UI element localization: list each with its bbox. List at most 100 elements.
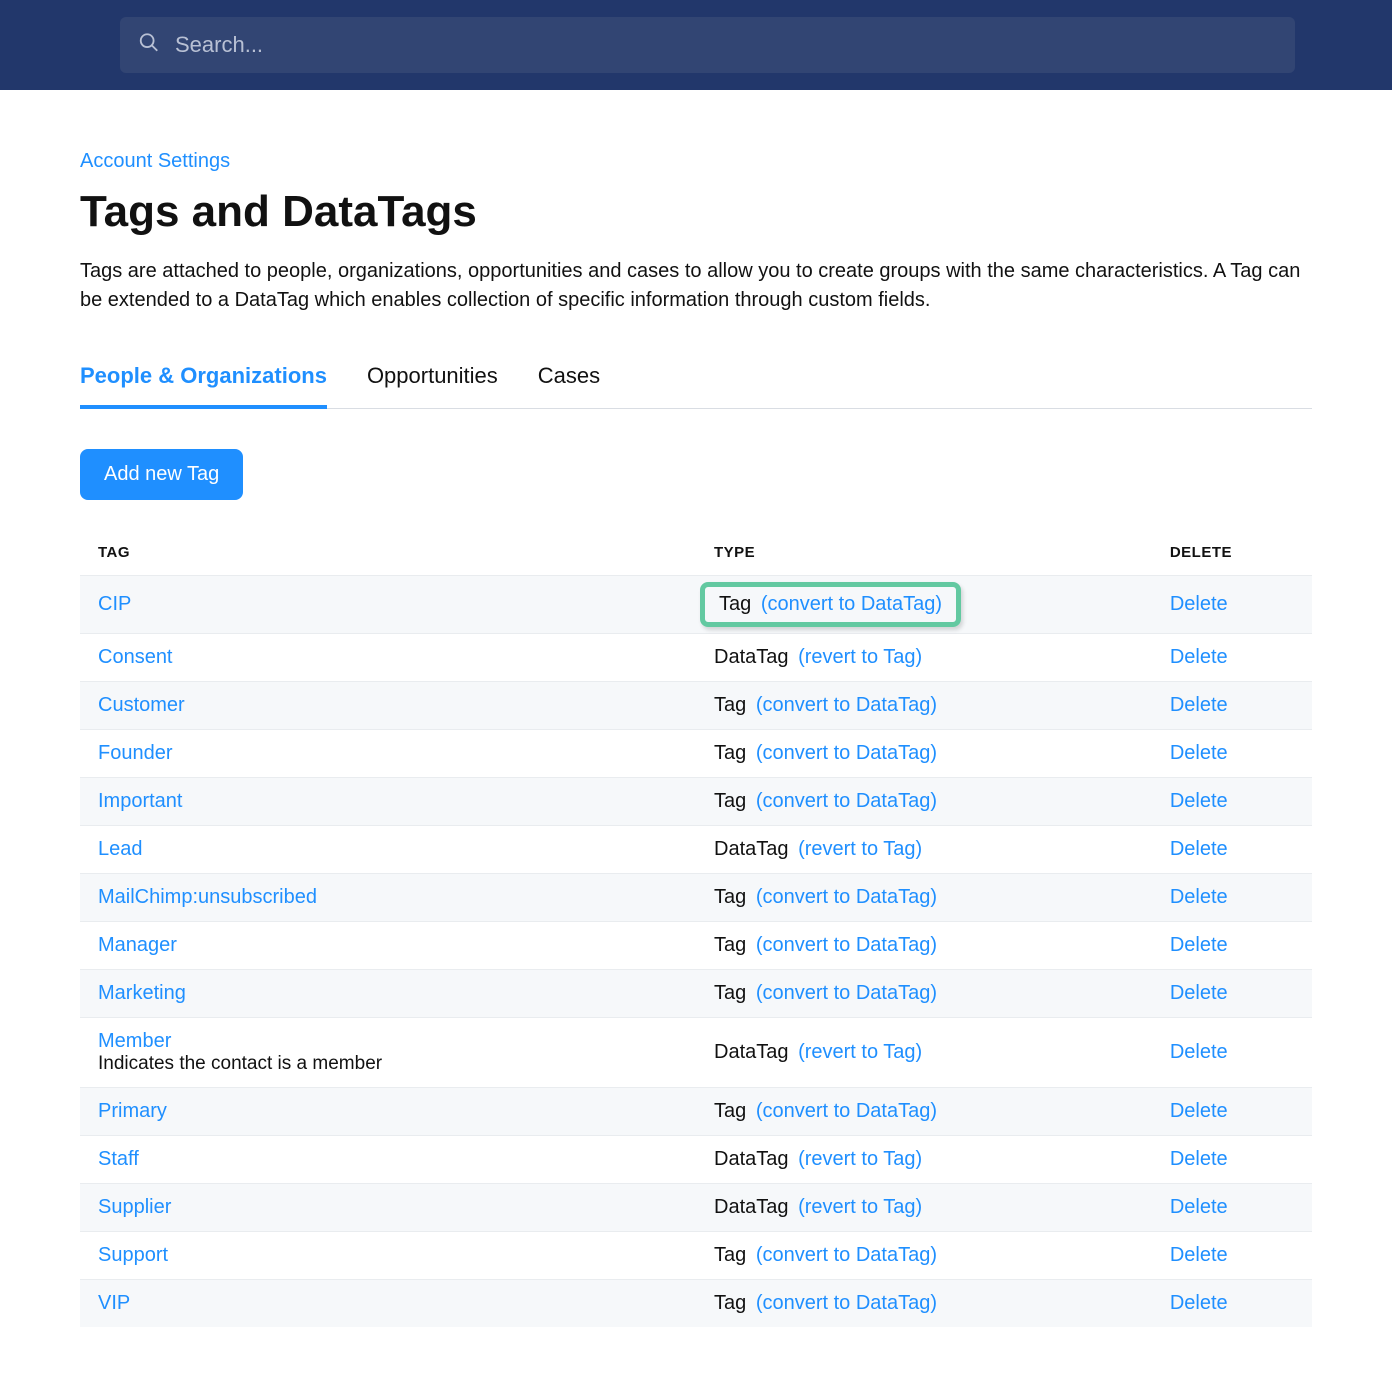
content: Account Settings Tags and DataTags Tags …	[0, 90, 1392, 1387]
convert-to-datatag-link[interactable]: (convert to DataTag)	[756, 1100, 937, 1122]
tag-name-link[interactable]: Staff	[98, 1148, 678, 1171]
type-cell: Tag (convert to DataTag)	[696, 1088, 1152, 1136]
tab-people-organizations[interactable]: People & Organizations	[80, 363, 327, 409]
type-label: Tag	[714, 790, 746, 812]
breadcrumb[interactable]: Account Settings	[80, 150, 1312, 173]
revert-to-tag-link[interactable]: (revert to Tag)	[798, 1196, 922, 1218]
delete-cell: Delete	[1152, 922, 1312, 970]
table-row: Support Tag (convert to DataTag) Delete	[80, 1232, 1312, 1280]
tag-name-link[interactable]: VIP	[98, 1292, 678, 1315]
tag-cell: VIP	[80, 1280, 696, 1328]
delete-cell: Delete	[1152, 1280, 1312, 1328]
type-cell: DataTag (revert to Tag)	[696, 1184, 1152, 1232]
column-header-delete: DELETE	[1152, 530, 1312, 576]
tag-name-link[interactable]: Lead	[98, 838, 678, 861]
tag-name-link[interactable]: Marketing	[98, 982, 678, 1005]
revert-to-tag-link[interactable]: (revert to Tag)	[798, 646, 922, 668]
type-cell: Tag (convert to DataTag)	[696, 970, 1152, 1018]
table-row: Marketing Tag (convert to DataTag) Delete	[80, 970, 1312, 1018]
type-label: DataTag	[714, 838, 789, 860]
convert-to-datatag-link[interactable]: (convert to DataTag)	[756, 886, 937, 908]
tag-name-link[interactable]: Primary	[98, 1100, 678, 1123]
tag-cell: Marketing	[80, 970, 696, 1018]
revert-to-tag-link[interactable]: (revert to Tag)	[798, 1148, 922, 1170]
convert-to-datatag-link[interactable]: (convert to DataTag)	[756, 982, 937, 1004]
tag-name-link[interactable]: Consent	[98, 646, 678, 669]
type-label: Tag	[714, 886, 746, 908]
tab-opportunities[interactable]: Opportunities	[367, 363, 498, 408]
delete-link[interactable]: Delete	[1170, 694, 1228, 716]
tag-name-link[interactable]: Customer	[98, 694, 678, 717]
delete-cell: Delete	[1152, 1018, 1312, 1088]
top-bar	[0, 0, 1392, 90]
delete-cell: Delete	[1152, 1232, 1312, 1280]
delete-link[interactable]: Delete	[1170, 593, 1228, 615]
delete-link[interactable]: Delete	[1170, 1292, 1228, 1314]
tag-cell: Important	[80, 778, 696, 826]
delete-link[interactable]: Delete	[1170, 934, 1228, 956]
convert-to-datatag-link[interactable]: (convert to DataTag)	[756, 1292, 937, 1314]
table-row: Primary Tag (convert to DataTag) Delete	[80, 1088, 1312, 1136]
tabs: People & Organizations Opportunities Cas…	[80, 363, 1312, 409]
delete-link[interactable]: Delete	[1170, 1041, 1228, 1063]
delete-link[interactable]: Delete	[1170, 1100, 1228, 1122]
delete-link[interactable]: Delete	[1170, 838, 1228, 860]
tag-name-link[interactable]: Supplier	[98, 1196, 678, 1219]
tag-name-link[interactable]: Manager	[98, 934, 678, 957]
type-cell: DataTag (revert to Tag)	[696, 634, 1152, 682]
page-title: Tags and DataTags	[80, 187, 1312, 237]
delete-cell: Delete	[1152, 682, 1312, 730]
delete-link[interactable]: Delete	[1170, 982, 1228, 1004]
convert-to-datatag-link[interactable]: (convert to DataTag)	[756, 790, 937, 812]
delete-link[interactable]: Delete	[1170, 1148, 1228, 1170]
convert-to-datatag-link[interactable]: (convert to DataTag)	[756, 742, 937, 764]
tag-cell: Primary	[80, 1088, 696, 1136]
tag-name-link[interactable]: Member	[98, 1030, 678, 1053]
type-label: DataTag	[714, 1196, 789, 1218]
type-label: DataTag	[714, 1148, 789, 1170]
delete-cell: Delete	[1152, 874, 1312, 922]
type-label: Tag	[714, 982, 746, 1004]
delete-link[interactable]: Delete	[1170, 790, 1228, 812]
delete-link[interactable]: Delete	[1170, 1244, 1228, 1266]
tag-name-link[interactable]: Support	[98, 1244, 678, 1267]
add-new-tag-button[interactable]: Add new Tag	[80, 449, 243, 500]
type-label: Tag	[714, 1244, 746, 1266]
delete-link[interactable]: Delete	[1170, 742, 1228, 764]
tags-table: TAG TYPE DELETE CIPTag (convert to DataT…	[80, 530, 1312, 1327]
type-cell: Tag (convert to DataTag)	[696, 922, 1152, 970]
delete-cell: Delete	[1152, 970, 1312, 1018]
tag-name-link[interactable]: Founder	[98, 742, 678, 765]
convert-to-datatag-link[interactable]: (convert to DataTag)	[756, 1244, 937, 1266]
delete-cell: Delete	[1152, 778, 1312, 826]
type-cell: Tag (convert to DataTag)	[696, 1232, 1152, 1280]
delete-link[interactable]: Delete	[1170, 1196, 1228, 1218]
table-row: Important Tag (convert to DataTag) Delete	[80, 778, 1312, 826]
type-label: Tag	[714, 1292, 746, 1314]
page-description: Tags are attached to people, organizatio…	[80, 257, 1312, 315]
type-cell: DataTag (revert to Tag)	[696, 826, 1152, 874]
delete-link[interactable]: Delete	[1170, 646, 1228, 668]
tag-name-link[interactable]: Important	[98, 790, 678, 813]
type-cell: Tag (convert to DataTag)	[696, 874, 1152, 922]
type-cell: Tag (convert to DataTag)	[696, 576, 1152, 634]
search-input[interactable]	[120, 17, 1295, 73]
convert-to-datatag-link[interactable]: (convert to DataTag)	[756, 694, 937, 716]
tag-cell: Lead	[80, 826, 696, 874]
column-header-tag: TAG	[80, 530, 696, 576]
tag-name-link[interactable]: CIP	[98, 593, 678, 616]
convert-to-datatag-link[interactable]: (convert to DataTag)	[756, 934, 937, 956]
tag-cell: MemberIndicates the contact is a member	[80, 1018, 696, 1088]
type-cell: Tag (convert to DataTag)	[696, 682, 1152, 730]
type-label: Tag	[714, 694, 746, 716]
tag-cell: Manager	[80, 922, 696, 970]
tag-name-link[interactable]: MailChimp:unsubscribed	[98, 886, 678, 909]
type-label: Tag	[714, 1100, 746, 1122]
tab-cases[interactable]: Cases	[538, 363, 600, 408]
convert-to-datatag-link[interactable]: (convert to DataTag)	[761, 593, 942, 615]
revert-to-tag-link[interactable]: (revert to Tag)	[798, 838, 922, 860]
table-row: Staff DataTag (revert to Tag) Delete	[80, 1136, 1312, 1184]
tag-cell: Support	[80, 1232, 696, 1280]
delete-link[interactable]: Delete	[1170, 886, 1228, 908]
revert-to-tag-link[interactable]: (revert to Tag)	[798, 1041, 922, 1063]
